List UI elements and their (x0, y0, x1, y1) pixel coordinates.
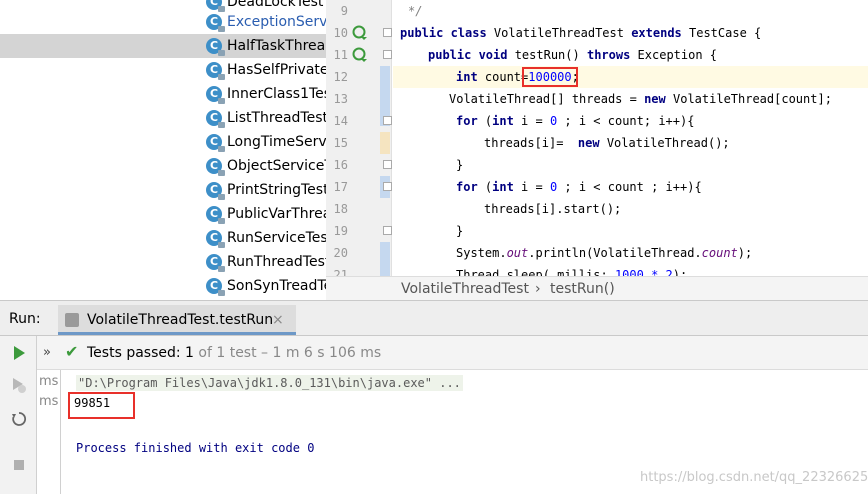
code-line: } (456, 158, 464, 172)
code-line: for (int i = 0 ; i < count ; i++){ (456, 180, 702, 194)
class-icon: C (206, 182, 225, 200)
tree-item[interactable]: C ExceptionServi (0, 10, 326, 34)
tree-item[interactable]: C HasSelfPrivate (0, 58, 326, 82)
test-status-text: Tests passed: 1 of 1 test – 1 m 6 s 106 … (87, 345, 382, 361)
change-marker (380, 242, 390, 276)
breadcrumb-method[interactable]: testRun() (550, 280, 615, 298)
run-toolbar (0, 336, 37, 494)
run-tab-label: VolatileThreadTest.testRun (87, 312, 274, 328)
test-status-bar: » ✔ Tests passed: 1 of 1 test – 1 m 6 s … (37, 336, 868, 370)
console-exit-message: Process finished with exit code 0 (76, 441, 315, 455)
tree-item[interactable]: C SonSynTreadTe (0, 274, 326, 298)
fold-icon[interactable] (383, 182, 392, 191)
expand-icon[interactable]: » (43, 344, 51, 362)
class-icon: C (206, 278, 225, 296)
class-icon: C (206, 254, 225, 272)
tree-item[interactable]: C ObjectServiceT (0, 154, 326, 178)
test-duration: ms (39, 394, 59, 409)
tree-item[interactable]: C PublicVarThrea (0, 202, 326, 226)
tree-item[interactable]: C ListThreadTest (0, 106, 326, 130)
class-icon: C (206, 86, 225, 104)
fold-icon[interactable] (383, 226, 392, 235)
rerun-icon[interactable] (10, 344, 28, 362)
breadcrumb-separator: › (535, 281, 541, 297)
toggle-auto-test-icon[interactable] (10, 410, 28, 428)
stop-icon[interactable] (10, 456, 28, 474)
run-config-tab[interactable]: VolatileThreadTest.testRun × (58, 305, 296, 335)
change-marker (380, 132, 390, 154)
code-line: Thread.sleep( millis: 1000 * 2); (456, 268, 688, 276)
code-line: threads[i]= new VolatileThread(); (484, 136, 730, 150)
class-icon: C (206, 134, 225, 152)
run-panel-header: Run: VolatileThreadTest.testRun × (0, 300, 868, 336)
project-tree: C DeadLockTest C ExceptionServi C HalfTa… (0, 0, 326, 300)
test-duration: ms (39, 374, 59, 389)
breadcrumb: VolatileThreadTest › testRun() (326, 276, 868, 300)
watermark: https://blog.csdn.net/qq_22326625 (640, 470, 868, 485)
code-line: public void testRun() throws Exception { (428, 48, 718, 62)
check-icon: ✔ (65, 342, 79, 361)
highlight-box (522, 67, 578, 87)
fold-icon[interactable] (383, 50, 392, 59)
tree-item-selected[interactable]: C HalfTaskThrea (0, 34, 326, 58)
class-icon: C (206, 110, 225, 128)
code-line: VolatileThread[] threads = new VolatileT… (449, 92, 832, 106)
tree-item[interactable]: C RunThreadTest (0, 250, 326, 274)
editor-gutter: 9 10 11 12 13 14 15 16 17 18 19 20 21 (326, 0, 392, 276)
tree-item[interactable]: C InnerClass1Tes (0, 82, 326, 106)
code-editor[interactable]: 9 10 11 12 13 14 15 16 17 18 19 20 21 */ (326, 0, 868, 276)
code-line: } (456, 224, 464, 238)
console-command: "D:\Program Files\Java\jdk1.8.0_131\bin\… (76, 375, 463, 391)
console-output[interactable]: "D:\Program Files\Java\jdk1.8.0_131\bin\… (62, 370, 868, 494)
fold-icon[interactable] (383, 160, 392, 169)
tree-item[interactable]: C PrintStringTest (0, 178, 326, 202)
run-test-icon[interactable] (352, 25, 368, 41)
code-line: System.out.println(VolatileThread.count)… (456, 246, 753, 260)
run-test-icon[interactable] (352, 47, 368, 63)
code-line: public class VolatileThreadTest extends … (400, 26, 762, 40)
code-line: */ (408, 4, 423, 18)
highlight-box (68, 392, 135, 419)
close-icon[interactable]: × (272, 311, 284, 329)
run-panel-title: Run: (9, 311, 41, 327)
rerun-failed-icon[interactable] (10, 376, 28, 394)
test-config-icon (65, 313, 79, 327)
class-icon: C (206, 62, 225, 80)
fold-icon[interactable] (383, 116, 392, 125)
fold-icon[interactable] (383, 28, 392, 37)
tree-item[interactable]: C RunServiceTes (0, 226, 326, 250)
class-icon: C (206, 158, 225, 176)
class-icon: C (206, 230, 225, 248)
test-results-tree: ms ms (37, 370, 61, 494)
breadcrumb-class[interactable]: VolatileThreadTest (401, 280, 529, 298)
tree-item[interactable]: C LongTimeServi (0, 130, 326, 154)
class-icon: C (206, 206, 225, 224)
code-line: threads[i].start(); (484, 202, 622, 216)
code-line: for (int i = 0 ; i < count; i++){ (456, 114, 695, 128)
class-icon: C (206, 38, 225, 56)
class-icon: C (206, 0, 225, 12)
class-icon: C (206, 14, 225, 32)
